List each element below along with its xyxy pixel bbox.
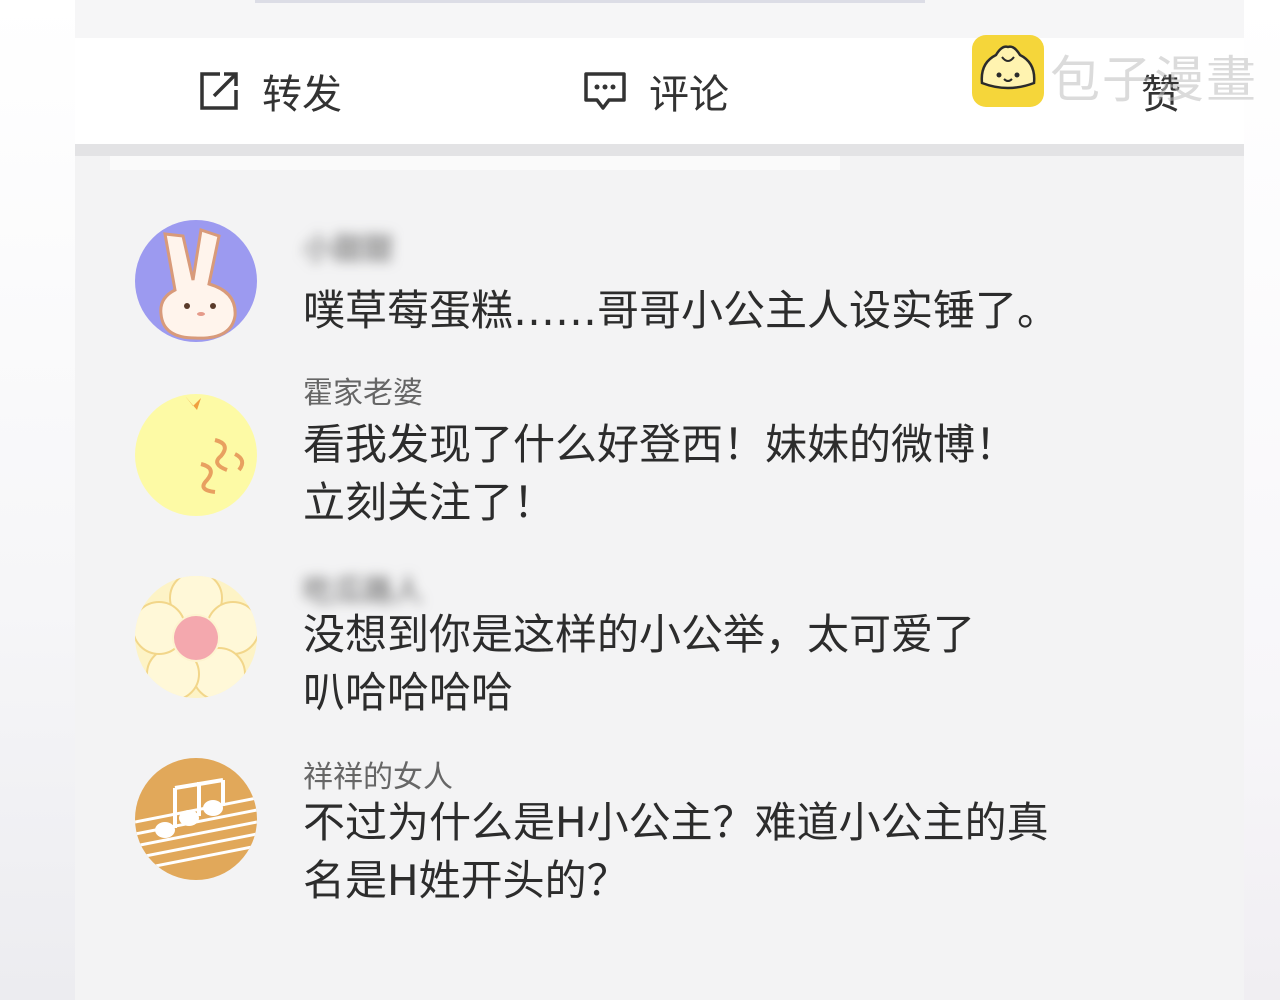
comment-line: 不过为什么是H小公主？难道小公主的真 [303,798,1049,847]
comment-line: 噗草莓蛋糕……哥哥小公主人设实锤了。 [303,286,1060,335]
username[interactable]: 霍家老婆 [303,368,423,412]
username[interactable]: 祥祥的女人 [303,752,453,796]
background-right [1244,0,1280,1000]
comment-text: 看我发现了什么好登西！妹妹的微博！ 立刻关注了！ [303,416,1017,532]
flower-avatar-icon [135,576,257,698]
comment-label: 评论 [649,72,729,118]
username[interactable]: 小甜甜 [303,224,393,268]
avatar[interactable] [135,758,257,880]
comment-line: 名是H姓开头的？ [303,856,629,905]
username[interactable]: 吃瓜路人 [303,566,423,610]
comment-text: 没想到你是这样的小公举，太可爱了 叭哈哈哈哈 [303,606,975,722]
music-sheet-avatar-icon [135,758,257,880]
logo-icon [972,35,1044,107]
bunny-avatar-icon [135,220,257,342]
repost-label: 转发 [262,72,342,118]
comment-line: 没想到你是这样的小公举，太可爱了 [303,610,976,659]
watermark: 包子漫畫 [1050,51,1258,109]
comment-line: 叭哈哈哈哈 [303,668,514,717]
repost-button[interactable]: 转发 [198,38,342,144]
avatar[interactable] [135,576,257,698]
comment-button[interactable]: 评论 [583,38,729,144]
card-edge [110,156,840,170]
comment-icon [583,70,627,112]
yellow-pattern-avatar-icon [135,394,257,516]
comment-text: 不过为什么是H小公主？难道小公主的真 名是H姓开头的？ [303,794,1049,910]
divider [75,144,1244,156]
comment-text: 噗草莓蛋糕……哥哥小公主人设实锤了。 [303,282,1059,340]
repost-icon [198,70,240,112]
avatar[interactable] [135,394,257,516]
post-image-strip [75,0,1244,38]
background-left [0,0,75,1000]
comment-line: 看我发现了什么好登西！妹妹的微博！ [303,420,1018,469]
avatar[interactable] [135,220,257,342]
comment-line: 立刻关注了！ [303,478,556,527]
